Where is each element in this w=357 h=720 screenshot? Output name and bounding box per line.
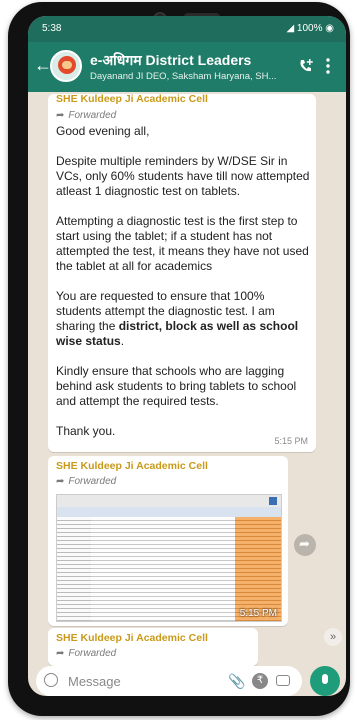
battery-icon: ◉ — [322, 23, 334, 34]
emoji-icon[interactable] — [44, 673, 58, 687]
message-time: 5:15 PM — [239, 608, 277, 619]
message-paragraph: Thank you. — [56, 424, 116, 438]
message-sender[interactable]: SHE Kuldeep Ji Academic Cell — [56, 460, 208, 472]
message-text: Good evening all, Despite multiple remin… — [56, 124, 310, 439]
image-thumbnail[interactable]: 5:15 PM — [56, 494, 282, 622]
message-time: 5:15 PM — [274, 436, 308, 446]
more-options-icon[interactable] — [326, 57, 330, 75]
microphone-icon — [322, 674, 328, 684]
phone-frame: 5:38 ◢ 100% ◉ ← e-अधिगम District Leaders… — [8, 2, 350, 716]
logo-icon — [269, 497, 277, 505]
message-paragraph: Kindly ensure that schools who are laggi… — [56, 364, 297, 408]
forward-icon: ➦ — [56, 648, 65, 659]
chat-members: Dayanand JI DEO, Saksham Haryana, SH... — [90, 71, 277, 82]
group-avatar[interactable] — [50, 50, 82, 82]
battery-level: 100% — [296, 23, 323, 34]
message-bubble[interactable]: SHE Kuldeep Ji Academic Cell ➦ Forwarded — [48, 628, 258, 666]
message-input-bar[interactable]: Message 📎 ₹ — [36, 666, 302, 696]
status-indicators: ◢ 100% ◉ — [286, 23, 334, 34]
message-paragraph: You are requested to ensure that 100% st… — [56, 289, 299, 348]
screen: 5:38 ◢ 100% ◉ ← e-अधिगम District Leaders… — [28, 16, 346, 696]
image-message-bubble[interactable]: SHE Kuldeep Ji Academic Cell ➦ Forwarded … — [48, 456, 288, 626]
message-bubble[interactable]: SHE Kuldeep Ji Academic Cell ➦ Forwarded … — [48, 93, 316, 452]
message-input[interactable]: Message — [68, 674, 121, 689]
message-paragraph: Good evening all, — [56, 124, 150, 138]
message-paragraph: Attempting a diagnostic test is the firs… — [56, 214, 309, 273]
message-sender[interactable]: SHE Kuldeep Ji Academic Cell — [56, 632, 208, 644]
microphone-button[interactable] — [310, 666, 340, 696]
forward-share-icon[interactable] — [294, 534, 316, 556]
attach-icon[interactable]: 📎 — [228, 673, 245, 690]
forwarded-label: ➦ Forwarded — [56, 648, 117, 659]
chat-header[interactable]: ← e-अधिगम District Leaders Dayanand JI D… — [28, 42, 346, 92]
forward-icon: ➦ — [56, 110, 65, 121]
status-time: 5:38 — [42, 23, 62, 34]
message-sender[interactable]: SHE Kuldeep Ji Academic Cell — [56, 93, 208, 105]
status-bar: 5:38 ◢ 100% ◉ — [28, 16, 346, 42]
forwarded-label: ➦ Forwarded — [56, 476, 117, 487]
payment-icon[interactable]: ₹ — [252, 673, 268, 689]
forward-icon: ➦ — [56, 476, 65, 487]
message-paragraph: Despite multiple reminders by W/DSE Sir … — [56, 154, 310, 198]
scroll-down-icon[interactable]: » — [324, 628, 342, 646]
add-call-icon[interactable] — [298, 58, 314, 74]
camera-icon[interactable] — [276, 675, 290, 686]
chat-title[interactable]: e-अधिगम District Leaders — [90, 51, 251, 70]
forwarded-label: ➦ Forwarded — [56, 110, 117, 121]
signal-icon: ◢ — [286, 23, 297, 34]
